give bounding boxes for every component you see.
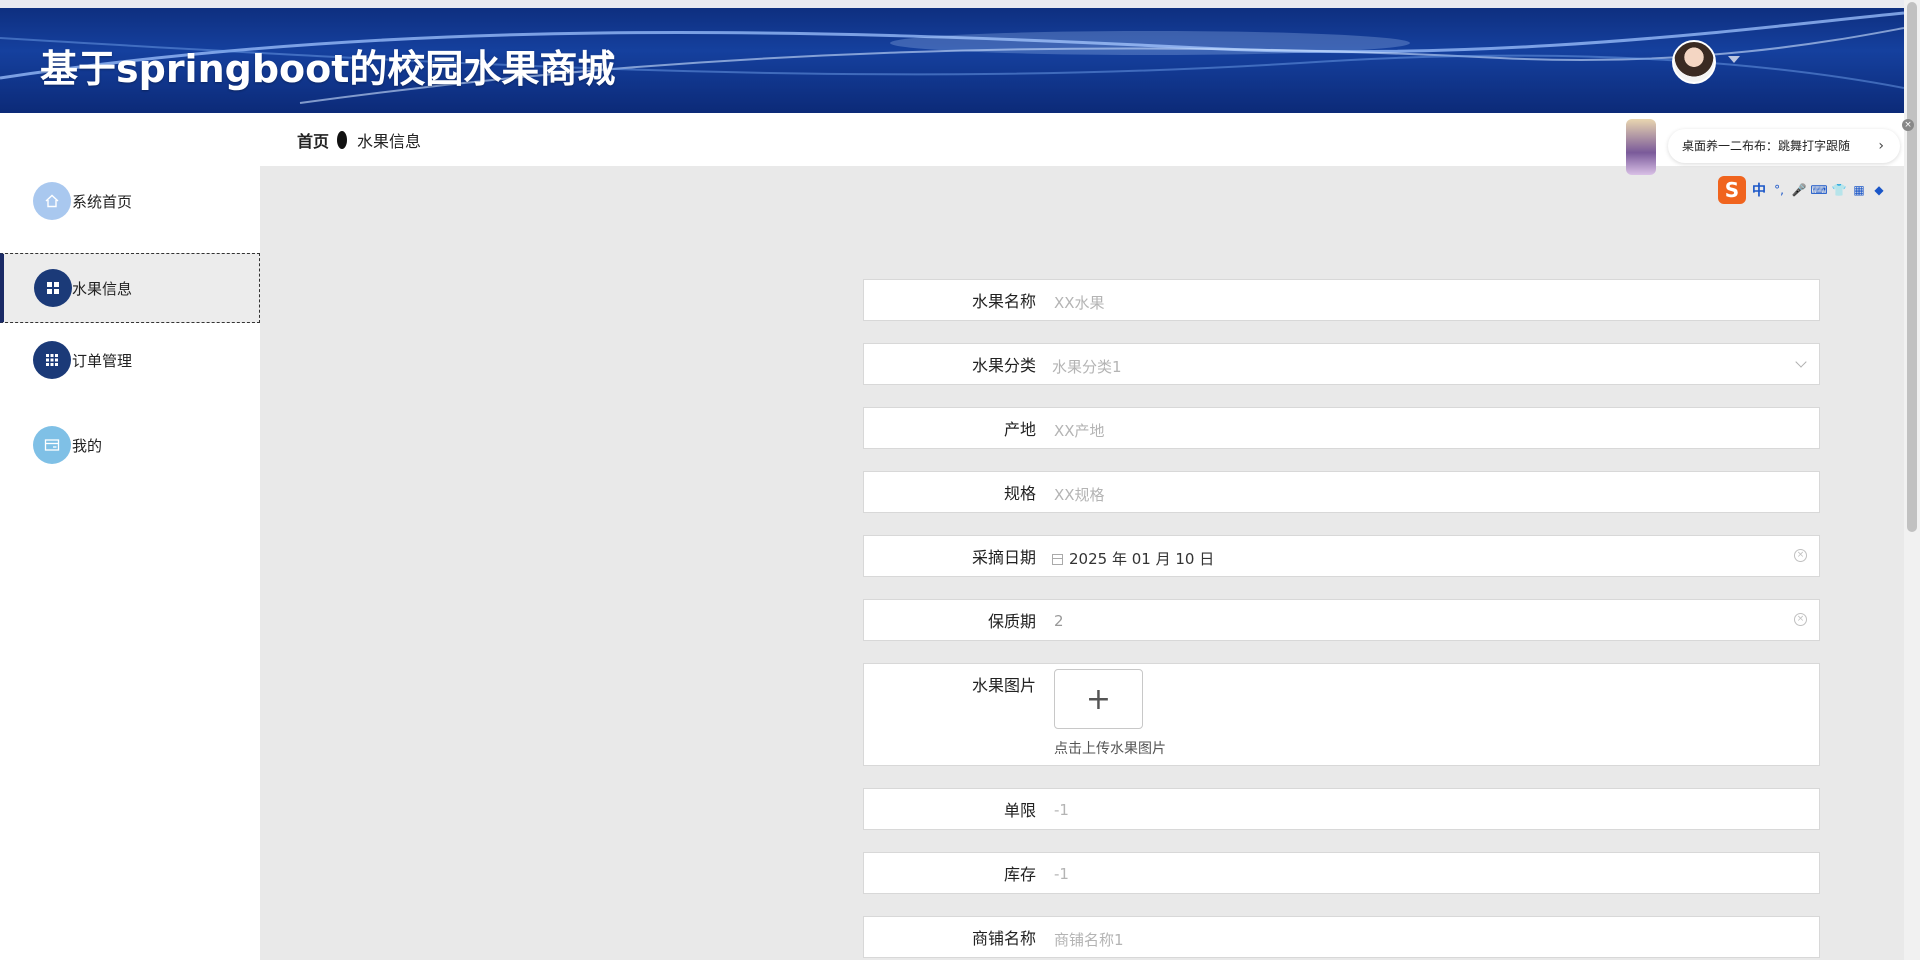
pet-character-icon xyxy=(1626,119,1656,175)
caret-down-icon[interactable] xyxy=(1728,56,1740,63)
name-label: 水果名称 xyxy=(971,292,1036,311)
clear-icon[interactable]: × xyxy=(1794,613,1807,626)
user-avatar[interactable] xyxy=(1672,40,1716,84)
punctuation-icon[interactable]: °, xyxy=(1772,183,1786,197)
limit-label: 单限 xyxy=(1003,801,1036,820)
notification-bubble[interactable]: 桌面养一二布布：跳舞打字跟随 › xyxy=(1668,129,1900,163)
scrollbar-thumb[interactable] xyxy=(1907,2,1917,532)
skin-icon[interactable]: 👕 xyxy=(1832,183,1847,197)
form-row-stock: 库存 -1 xyxy=(863,852,1820,894)
breadcrumb-home[interactable]: 首页 xyxy=(297,128,329,152)
sidebar-item-mine[interactable]: 我的 xyxy=(0,410,260,480)
home-icon xyxy=(33,182,71,220)
upload-button[interactable]: + xyxy=(1054,669,1143,729)
form-row-name: 水果名称 XX水果 xyxy=(863,279,1820,321)
card-icon xyxy=(33,426,71,464)
calendar-icon xyxy=(1052,554,1063,565)
upload-hint: 点击上传水果图片 xyxy=(1054,741,1166,757)
clear-icon[interactable]: × xyxy=(1794,549,1807,562)
ime-mode-toggle[interactable]: 中 xyxy=(1752,180,1766,200)
more-icon[interactable]: ◆ xyxy=(1872,183,1886,197)
form-row-shop: 商铺名称 商铺名称1 xyxy=(863,916,1820,958)
sidebar-item-label: 水果信息 xyxy=(72,279,133,298)
category-select[interactable]: 水果分类1 xyxy=(1052,356,1122,377)
stock-input[interactable]: -1 xyxy=(1054,865,1069,883)
breadcrumb-separator-icon xyxy=(337,130,348,149)
sidebar-item-label: 订单管理 xyxy=(72,351,133,370)
category-label: 水果分类 xyxy=(971,356,1036,375)
name-input[interactable]: XX水果 xyxy=(1054,292,1105,313)
table-grid-icon xyxy=(33,341,71,379)
pick-date-input[interactable]: 2025 年 01 月 10 日 xyxy=(1052,548,1214,569)
spec-input[interactable]: XX规格 xyxy=(1054,484,1105,505)
spec-label: 规格 xyxy=(1003,484,1036,503)
header-top-strip xyxy=(0,0,1904,8)
sidebar-item-home[interactable]: 系统首页 xyxy=(0,166,260,236)
stock-label: 库存 xyxy=(1003,865,1036,884)
desktop-pet-notification[interactable]: 桌面养一二布布：跳舞打字跟随 › × xyxy=(1626,119,1914,175)
sidebar-item-label: 我的 xyxy=(72,436,103,455)
main-content: 水果名称 XX水果 水果分类 水果分类1 产地 XX产地 规格 XX规格 采摘日… xyxy=(260,166,1904,960)
close-icon[interactable]: × xyxy=(1902,119,1914,131)
form-row-image: 水果图片 + 点击上传水果图片 xyxy=(863,663,1820,766)
sidebar-item-label: 系统首页 xyxy=(72,192,133,211)
form-row-origin: 产地 XX产地 xyxy=(863,407,1820,449)
chevron-right-icon[interactable]: › xyxy=(1878,129,1884,163)
sidebar-item-orders[interactable]: 订单管理 xyxy=(0,325,260,395)
sidebar-item-fruit-info[interactable]: 水果信息 xyxy=(0,253,260,323)
origin-input[interactable]: XX产地 xyxy=(1054,420,1105,441)
pick-date-value: 2025 年 01 月 10 日 xyxy=(1069,550,1215,568)
limit-input[interactable]: -1 xyxy=(1054,801,1069,819)
form-row-pick-date: 采摘日期 2025 年 01 月 10 日 × xyxy=(863,535,1820,577)
sidebar: 系统首页 水果信息 订单管理 我的 xyxy=(0,113,260,960)
microphone-icon[interactable]: 🎤 xyxy=(1792,183,1807,197)
shelf-life-label: 保质期 xyxy=(987,612,1036,631)
pick-date-label: 采摘日期 xyxy=(971,548,1036,567)
shop-label: 商铺名称 xyxy=(971,929,1036,948)
form-row-spec: 规格 XX规格 xyxy=(863,471,1820,513)
form-row-category: 水果分类 水果分类1 xyxy=(863,343,1820,385)
image-label: 水果图片 xyxy=(971,676,1036,695)
ime-toolbar: S 中 °, 🎤 ⌨ 👕 ▦ ◆ xyxy=(1718,175,1902,205)
form-row-limit: 单限 -1 xyxy=(863,788,1820,830)
app-title: 基于springboot的校园水果商城 xyxy=(40,47,616,91)
grid-icon xyxy=(34,269,72,307)
chevron-down-icon[interactable] xyxy=(1795,356,1807,368)
keyboard-icon[interactable]: ⌨ xyxy=(1810,183,1827,197)
app-header: 基于springboot的校园水果商城 xyxy=(0,0,1904,113)
notification-text: 桌面养一二布布：跳舞打字跟随 xyxy=(1682,139,1851,153)
plus-icon: + xyxy=(1085,681,1112,717)
shop-input[interactable]: 商铺名称1 xyxy=(1054,929,1124,950)
breadcrumb-current: 水果信息 xyxy=(357,131,422,151)
sogou-logo-icon[interactable]: S xyxy=(1718,176,1746,204)
shelf-life-input[interactable]: 2 xyxy=(1054,612,1064,630)
toolbox-icon[interactable]: ▦ xyxy=(1852,183,1866,197)
form-row-shelf-life: 保质期 2 × xyxy=(863,599,1820,641)
origin-label: 产地 xyxy=(1003,420,1036,439)
